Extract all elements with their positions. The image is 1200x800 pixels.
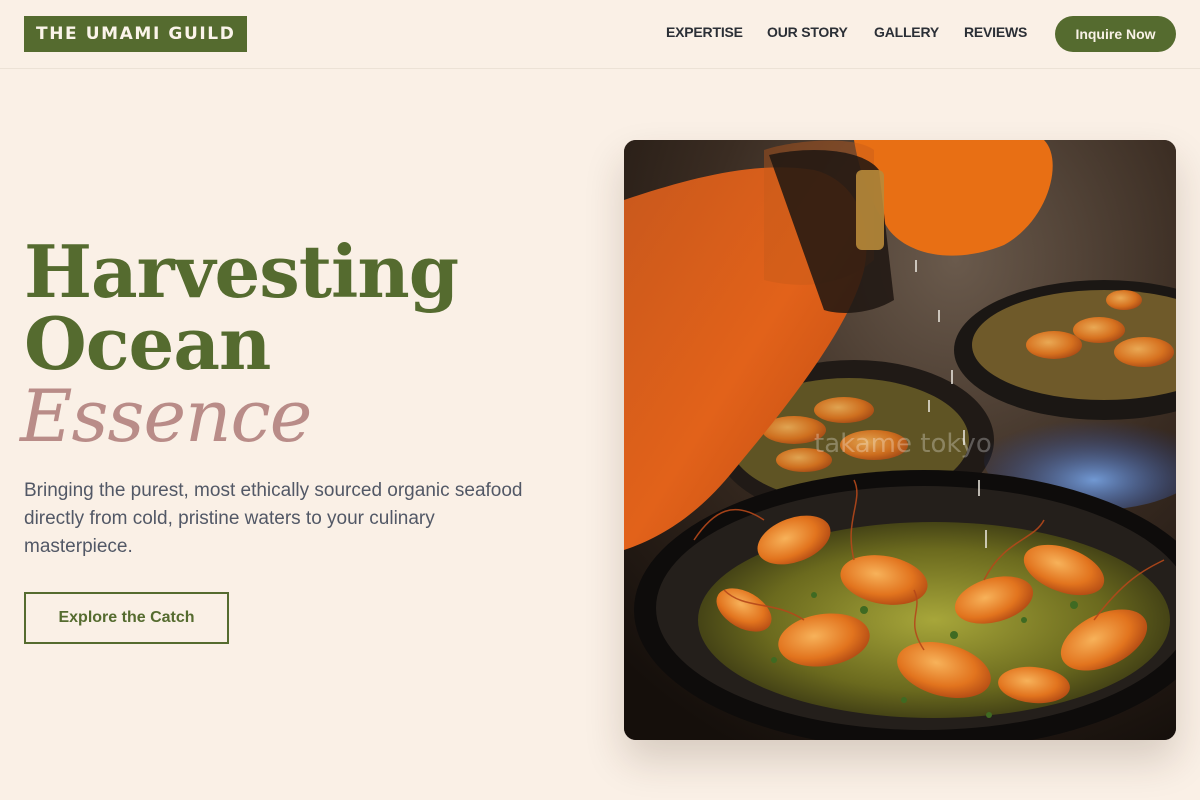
- hero-title-line-2: Ocean: [24, 301, 271, 386]
- explore-catch-button[interactable]: Explore the Catch: [24, 592, 229, 644]
- nav-link-gallery[interactable]: GALLERY: [874, 24, 939, 40]
- site-header: THE UMAMI GUILD EXPERTISE OUR STORY GALL…: [0, 0, 1200, 69]
- nav-link-expertise[interactable]: EXPERTISE: [666, 24, 743, 40]
- hero-photo: takame tokyo: [624, 140, 1176, 740]
- photo-watermark: takame tokyo: [814, 429, 992, 459]
- hero-title-line-1: Harvesting: [24, 229, 459, 314]
- nav-link-reviews[interactable]: REVIEWS: [964, 24, 1027, 40]
- main-nav: EXPERTISE OUR STORY GALLERY REVIEWS: [0, 0, 1200, 68]
- hero-title-accent: Essence: [20, 374, 312, 458]
- inquire-now-button[interactable]: Inquire Now: [1055, 16, 1176, 52]
- hero-title: Harvesting Ocean Essence: [20, 229, 544, 453]
- hero-description: Bringing the purest, most ethically sour…: [24, 480, 523, 557]
- nav-link-our-story[interactable]: OUR STORY: [767, 24, 848, 40]
